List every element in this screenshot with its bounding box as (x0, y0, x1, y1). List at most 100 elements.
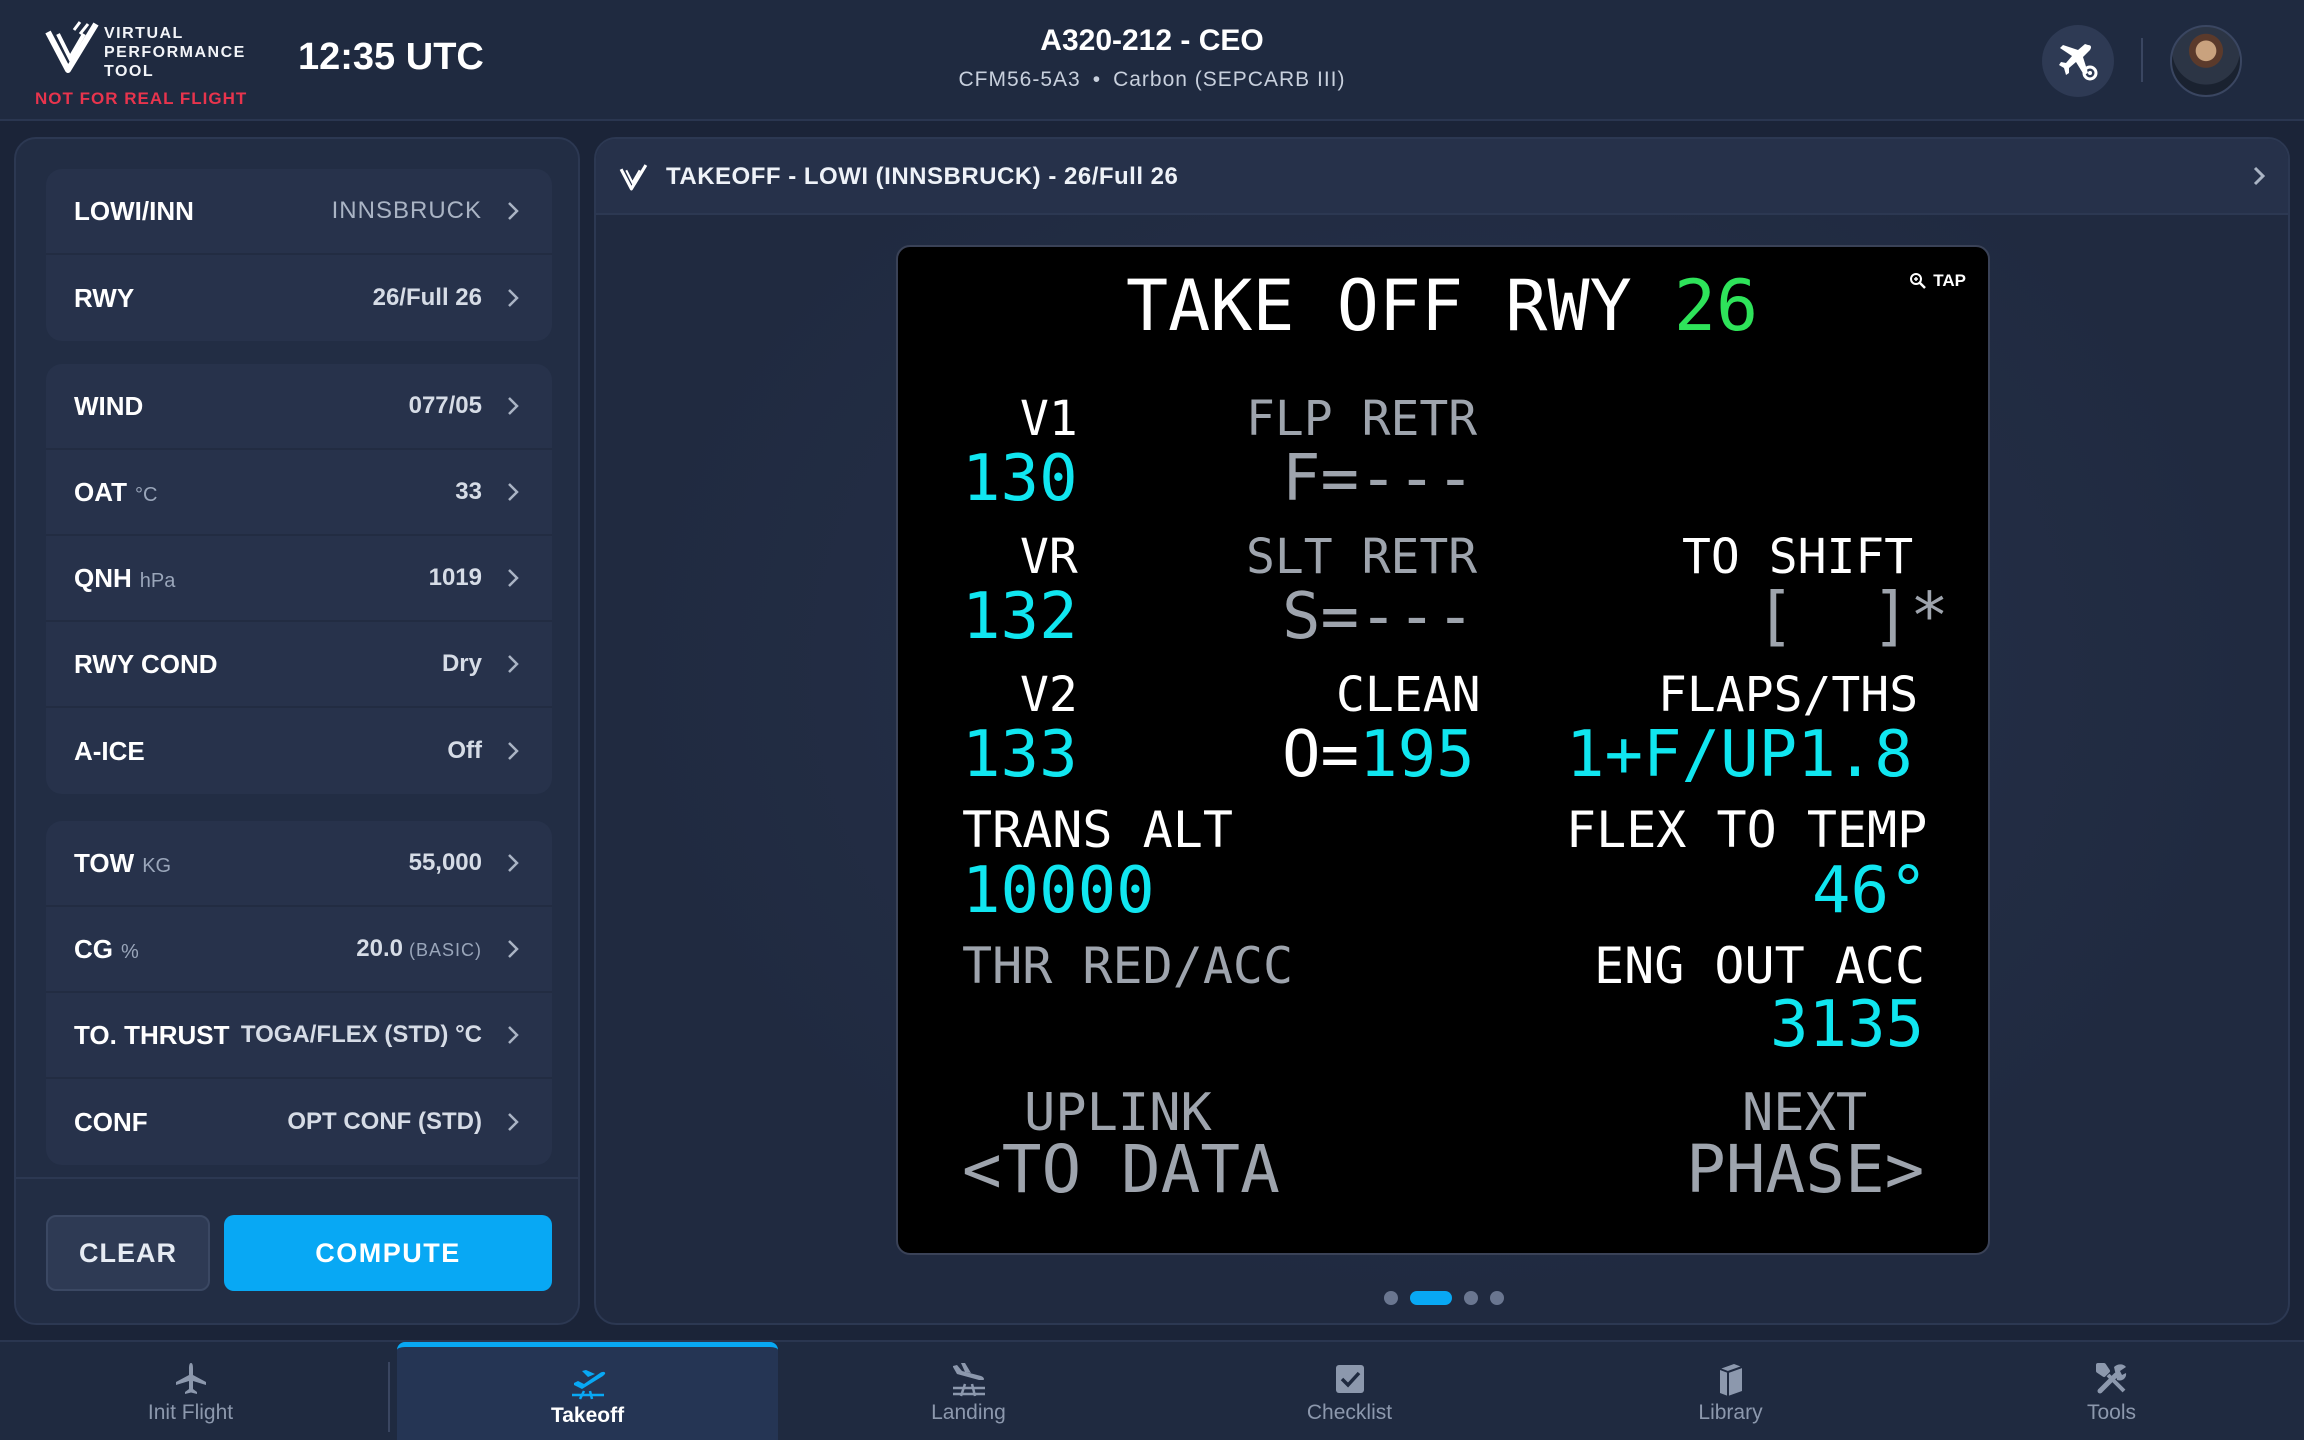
airplane-gear-icon (2059, 44, 2098, 81)
row-value: INNSBRUCK (331, 197, 482, 224)
nav-init-flight[interactable]: Init Flight (0, 1342, 381, 1440)
flp-retr-label: FLP RETR (1246, 391, 1478, 447)
nav-takeoff[interactable]: Takeoff (397, 1342, 778, 1440)
nav-library[interactable]: Library (1540, 1342, 1921, 1440)
trans-alt-value[interactable]: 10000 (962, 859, 1155, 923)
mcdu-title-text: TAKE OFF RWY (1126, 265, 1632, 347)
mcdu-display[interactable]: TAP TAKE OFF RWY 26 V1 130 VR 132 V2 133… (896, 245, 1990, 1255)
chevron-right-icon (502, 288, 524, 308)
airplane-icon (173, 1359, 209, 1399)
zoom-icon (1910, 273, 1927, 289)
flex-to-temp-label: FLEX TO TEMP (1566, 801, 1928, 859)
thr-red-acc-label: THR RED/ACC (962, 937, 1294, 995)
chevron-right-icon[interactable] (2252, 165, 2266, 192)
row-value: 077/05 (408, 392, 482, 419)
mcdu-runway: 26 (1673, 265, 1759, 347)
compute-button[interactable]: COMPUTE (224, 1215, 552, 1291)
engine-type: CFM56-5A3 (958, 68, 1081, 91)
page-dot[interactable] (1464, 1291, 1478, 1305)
nav-landing[interactable]: Landing (778, 1342, 1159, 1440)
mcdu-title: TAKE OFF RWY 26 (1126, 271, 1758, 341)
aircraft-group: TOW KG 55,000 CG% 20.0 (BASIC) TO. THRUST TOGA/… (46, 821, 552, 1165)
bottom-navigation: Init Flight Takeoff Landing Checklist Li… (0, 1340, 2304, 1440)
nav-tools[interactable]: Tools (1921, 1342, 2302, 1440)
to-shift-value[interactable]: [ ]* (1756, 585, 1949, 649)
row-value: Dry (441, 650, 482, 677)
chevron-right-icon (502, 396, 524, 416)
row-unit: hPa (139, 569, 176, 592)
chevron-right-icon (502, 482, 524, 502)
airport-group: LOWI/INN INNSBRUCK RWY 26/Full 26 (46, 169, 552, 341)
input-row-a-ice[interactable]: A-ICE Off (46, 708, 552, 794)
nav-label: Tools (2086, 1401, 2137, 1424)
separator-dot: • (1092, 68, 1102, 91)
result-header[interactable]: TAKEOFF - LOWI (INNSBRUCK) - 26/Full 26 (596, 139, 2288, 215)
input-row-conf[interactable]: CONF OPT CONF (STD) (46, 1079, 552, 1165)
row-label: CONF (74, 1106, 148, 1137)
v1-label: V1 (1020, 391, 1078, 447)
row-sub-value: (BASIC) (408, 940, 482, 960)
v2-value[interactable]: 133 (962, 723, 1078, 787)
tap-zoom-hint[interactable]: TAP (1909, 271, 1966, 291)
to-shift-label: TO SHIFT (1682, 529, 1914, 585)
clear-button[interactable]: CLEAR (46, 1215, 210, 1291)
next-phase-prompt[interactable]: PHASE> (1686, 1137, 1924, 1203)
flp-retr-value: F=--- (1282, 442, 1475, 516)
row-label: A-ICE (74, 735, 145, 766)
row-unit: % (121, 940, 139, 963)
trans-alt-label: TRANS ALT (962, 801, 1233, 859)
input-row-oat[interactable]: OAT °C 33 (46, 450, 552, 536)
chevron-right-icon (502, 741, 524, 761)
input-groups: LOWI/INN INNSBRUCK RWY 26/Full 26 WIND 077/0… (16, 139, 578, 1179)
row-unit: KG (142, 854, 172, 877)
page-indicator (596, 1291, 2288, 1305)
nav-label: Landing (931, 1401, 1006, 1424)
chevron-right-icon (502, 568, 524, 588)
library-icon (1714, 1359, 1748, 1399)
input-row-qnh[interactable]: QNH hPa 1019 (46, 536, 552, 622)
nav-label: Takeoff (550, 1403, 625, 1427)
aircraft-subtitle: CFM56-5A3 • Carbon (SEPCARB III) (0, 68, 2304, 92)
chevron-right-icon (502, 939, 524, 959)
row-label: CG% (74, 933, 139, 964)
input-row-rwy-cond[interactable]: RWY COND Dry (46, 622, 552, 708)
logo-mark-icon (618, 163, 650, 198)
aircraft-title: A320-212 - CEO (1040, 24, 1264, 57)
panel-footer: CLEAR COMPUTE (16, 1177, 578, 1323)
row-label: RWY COND (74, 648, 218, 679)
uplink-to-data-prompt[interactable]: <TO DATA (962, 1137, 1280, 1203)
input-row-to-thrust[interactable]: TO. THRUST TOGA/FLEX (STD) °C (46, 993, 552, 1079)
aircraft-settings-button[interactable] (2042, 25, 2114, 97)
nav-checklist[interactable]: Checklist (1159, 1342, 1540, 1440)
input-row-wind[interactable]: WIND 077/05 (46, 364, 552, 450)
row-label: OAT °C (74, 476, 158, 507)
page-dot[interactable] (1384, 1291, 1398, 1305)
user-avatar[interactable] (2170, 25, 2242, 97)
input-row-lowi-inn[interactable]: LOWI/INN INNSBRUCK (46, 169, 552, 255)
row-value: Off (447, 737, 482, 764)
chevron-right-icon (502, 654, 524, 674)
input-row-rwy[interactable]: RWY 26/Full 26 (46, 255, 552, 341)
eng-out-acc-value[interactable]: 3135 (1770, 993, 1924, 1057)
page-dot[interactable] (1410, 1291, 1452, 1305)
conditions-group: WIND 077/05 OAT °C 33 QNH hPa 1019 RWY COND Dry A-… (46, 364, 552, 794)
row-label: RWY (74, 282, 135, 313)
page-dot[interactable] (1490, 1291, 1504, 1305)
brake-type: Carbon (SEPCARB III) (1113, 68, 1346, 91)
nav-label: Library (1698, 1401, 1763, 1424)
chevron-right-icon (502, 1112, 524, 1132)
vr-value[interactable]: 132 (962, 585, 1078, 649)
clean-speed: O=195 (1282, 723, 1475, 787)
v1-value[interactable]: 130 (962, 447, 1078, 511)
input-row-tow[interactable]: TOW KG 55,000 (46, 821, 552, 907)
row-value: 1019 (428, 564, 482, 591)
flex-to-temp-value[interactable]: 46° (1812, 859, 1928, 923)
row-label: WIND (74, 390, 144, 421)
row-value: 20.0 (BASIC) (356, 935, 482, 962)
flaps-ths-value[interactable]: 1+F/UP1.8 (1566, 723, 1913, 787)
checklist-icon (1333, 1359, 1367, 1399)
input-row-cg[interactable]: CG% 20.0 (BASIC) (46, 907, 552, 993)
landing-icon (949, 1359, 989, 1399)
tools-icon (2094, 1359, 2130, 1399)
result-panel: TAKEOFF - LOWI (INNSBRUCK) - 26/Full 26 … (594, 137, 2290, 1325)
